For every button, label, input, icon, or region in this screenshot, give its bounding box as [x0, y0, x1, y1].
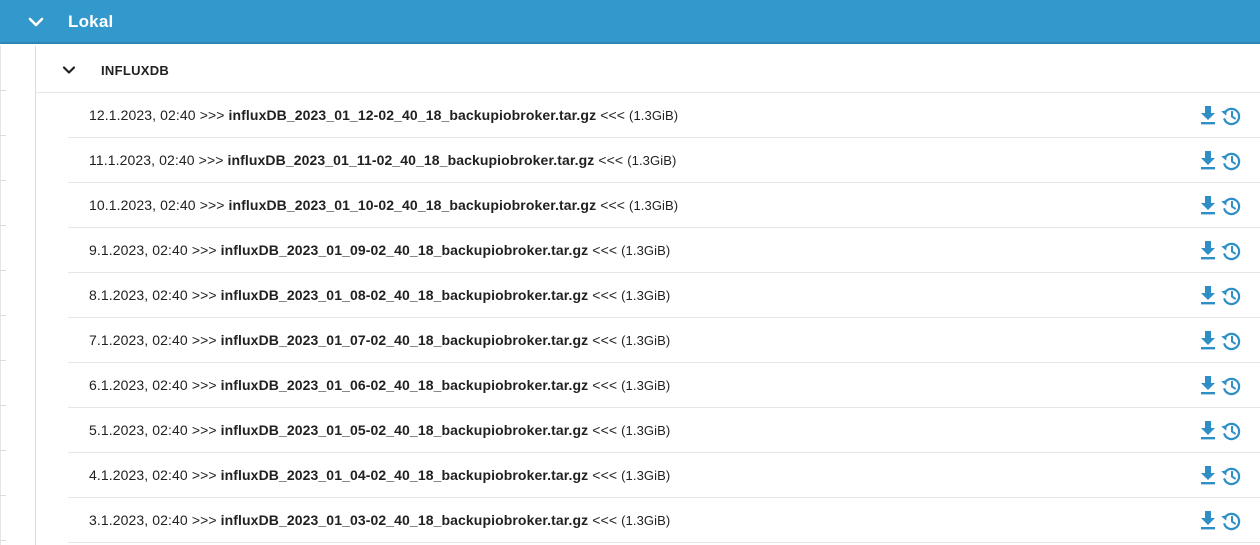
backup-size: (1.3GiB)	[627, 153, 677, 168]
separator-open: >>>	[191, 377, 217, 393]
backup-date: 9.1.2023, 02:40	[89, 242, 188, 258]
separator-close: <<<	[600, 107, 626, 123]
restore-icon[interactable]	[1220, 420, 1242, 442]
backup-date: 4.1.2023, 02:40	[89, 467, 188, 483]
backup-entry-text: 12.1.2023, 02:40 >>> influxDB_2023_01_12…	[89, 107, 678, 123]
restore-icon[interactable]	[1220, 510, 1242, 532]
backup-entry-text: 3.1.2023, 02:40 >>> influxDB_2023_01_03-…	[89, 512, 670, 528]
chevron-down-icon[interactable]	[27, 13, 45, 31]
list-item: 3.1.2023, 02:40 >>> influxDB_2023_01_03-…	[68, 498, 1260, 543]
restore-icon[interactable]	[1220, 285, 1242, 307]
download-icon[interactable]	[1199, 285, 1217, 305]
separator-open: >>>	[198, 152, 224, 168]
section-title: Lokal	[68, 12, 114, 31]
download-icon[interactable]	[1199, 330, 1217, 350]
list-item: 8.1.2023, 02:40 >>> influxDB_2023_01_08-…	[68, 273, 1260, 318]
separator-close: <<<	[592, 332, 618, 348]
separator-open: >>>	[191, 332, 217, 348]
download-icon[interactable]	[1199, 195, 1217, 215]
backup-filename: influxDB_2023_01_09-02_40_18_backupiobro…	[220, 242, 589, 258]
backup-size: (1.3GiB)	[621, 423, 671, 438]
group-header-influxdb[interactable]: INFLUXDB	[36, 46, 1260, 93]
group-panel: INFLUXDB 12.1.2023, 02:40 >>> influxDB_2…	[35, 46, 1260, 545]
backup-date: 10.1.2023, 02:40	[89, 197, 196, 213]
backup-date: 8.1.2023, 02:40	[89, 287, 188, 303]
chevron-down-icon[interactable]	[61, 62, 77, 78]
list-item: 7.1.2023, 02:40 >>> influxDB_2023_01_07-…	[68, 318, 1260, 363]
backup-filename: influxDB_2023_01_07-02_40_18_backupiobro…	[220, 332, 589, 348]
download-icon[interactable]	[1199, 375, 1217, 395]
download-icon[interactable]	[1199, 105, 1217, 125]
backup-filename: influxDB_2023_01_12-02_40_18_backupiobro…	[228, 107, 597, 123]
backup-entry-text: 9.1.2023, 02:40 >>> influxDB_2023_01_09-…	[89, 242, 670, 258]
backup-date: 7.1.2023, 02:40	[89, 332, 188, 348]
backup-entry-text: 4.1.2023, 02:40 >>> influxDB_2023_01_04-…	[89, 467, 670, 483]
separator-close: <<<	[592, 467, 618, 483]
restore-icon[interactable]	[1220, 375, 1242, 397]
download-icon[interactable]	[1199, 510, 1217, 530]
restore-icon[interactable]	[1220, 330, 1242, 352]
separator-open: >>>	[191, 287, 217, 303]
restore-icon[interactable]	[1220, 195, 1242, 217]
separator-close: <<<	[592, 512, 618, 528]
backup-date: 5.1.2023, 02:40	[89, 422, 188, 438]
backup-list: 12.1.2023, 02:40 >>> influxDB_2023_01_12…	[68, 93, 1260, 543]
restore-icon[interactable]	[1220, 465, 1242, 487]
backup-date: 3.1.2023, 02:40	[89, 512, 188, 528]
backup-filename: influxDB_2023_01_11-02_40_18_backupiobro…	[227, 152, 595, 168]
backup-entry-text: 8.1.2023, 02:40 >>> influxDB_2023_01_08-…	[89, 287, 670, 303]
backup-entry-text: 6.1.2023, 02:40 >>> influxDB_2023_01_06-…	[89, 377, 670, 393]
backup-date: 12.1.2023, 02:40	[89, 107, 196, 123]
backup-entry-text: 10.1.2023, 02:40 >>> influxDB_2023_01_10…	[89, 197, 678, 213]
restore-icon[interactable]	[1220, 105, 1242, 127]
separator-open: >>>	[191, 467, 217, 483]
backup-size: (1.3GiB)	[621, 288, 671, 303]
list-item: 6.1.2023, 02:40 >>> influxDB_2023_01_06-…	[68, 363, 1260, 408]
download-icon[interactable]	[1199, 465, 1217, 485]
backup-filename: influxDB_2023_01_08-02_40_18_backupiobro…	[220, 287, 589, 303]
download-icon[interactable]	[1199, 150, 1217, 170]
list-item: 11.1.2023, 02:40 >>> influxDB_2023_01_11…	[68, 138, 1260, 183]
backup-filename: influxDB_2023_01_05-02_40_18_backupiobro…	[220, 422, 589, 438]
separator-close: <<<	[592, 422, 618, 438]
list-item: 5.1.2023, 02:40 >>> influxDB_2023_01_05-…	[68, 408, 1260, 453]
separator-open: >>>	[199, 107, 225, 123]
backup-date: 6.1.2023, 02:40	[89, 377, 188, 393]
separator-open: >>>	[191, 512, 217, 528]
backup-size: (1.3GiB)	[621, 468, 671, 483]
restore-icon[interactable]	[1220, 150, 1242, 172]
backup-size: (1.3GiB)	[629, 198, 679, 213]
separator-close: <<<	[598, 152, 624, 168]
backup-filename: influxDB_2023_01_06-02_40_18_backupiobro…	[220, 377, 589, 393]
list-item: 12.1.2023, 02:40 >>> influxDB_2023_01_12…	[68, 93, 1260, 138]
backup-size: (1.3GiB)	[621, 378, 671, 393]
backup-entry-text: 5.1.2023, 02:40 >>> influxDB_2023_01_05-…	[89, 422, 670, 438]
backup-size: (1.3GiB)	[621, 333, 671, 348]
separator-open: >>>	[199, 197, 225, 213]
list-item: 10.1.2023, 02:40 >>> influxDB_2023_01_10…	[68, 183, 1260, 228]
separator-open: >>>	[191, 242, 217, 258]
list-item: 4.1.2023, 02:40 >>> influxDB_2023_01_04-…	[68, 453, 1260, 498]
restore-icon[interactable]	[1220, 240, 1242, 262]
backup-size: (1.3GiB)	[621, 243, 671, 258]
separator-close: <<<	[592, 377, 618, 393]
backup-filename: influxDB_2023_01_04-02_40_18_backupiobro…	[220, 467, 589, 483]
backup-filename: influxDB_2023_01_10-02_40_18_backupiobro…	[228, 197, 597, 213]
separator-open: >>>	[191, 422, 217, 438]
backup-size: (1.3GiB)	[629, 108, 679, 123]
section-header-lokal[interactable]: Lokal	[0, 0, 1260, 44]
download-icon[interactable]	[1199, 240, 1217, 260]
separator-close: <<<	[600, 197, 626, 213]
backup-date: 11.1.2023, 02:40	[89, 152, 195, 168]
separator-close: <<<	[592, 287, 618, 303]
backup-size: (1.3GiB)	[621, 513, 671, 528]
list-item: 9.1.2023, 02:40 >>> influxDB_2023_01_09-…	[68, 228, 1260, 273]
backup-entry-text: 7.1.2023, 02:40 >>> influxDB_2023_01_07-…	[89, 332, 670, 348]
separator-close: <<<	[592, 242, 618, 258]
group-title: INFLUXDB	[101, 63, 170, 78]
outer-border	[0, 46, 1, 545]
backup-filename: influxDB_2023_01_03-02_40_18_backupiobro…	[220, 512, 589, 528]
download-icon[interactable]	[1199, 420, 1217, 440]
backup-entry-text: 11.1.2023, 02:40 >>> influxDB_2023_01_11…	[89, 152, 676, 168]
